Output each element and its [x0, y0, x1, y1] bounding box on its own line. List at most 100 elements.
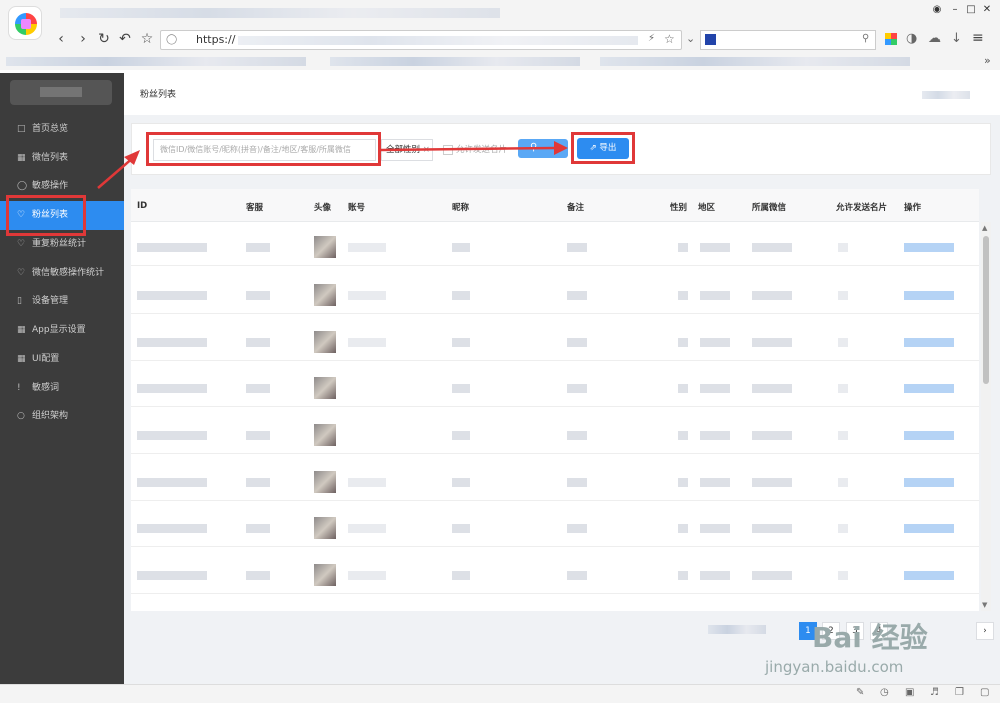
table-cell — [246, 384, 270, 393]
scroll-down-icon[interactable]: ▼ — [982, 601, 987, 609]
scroll-up-icon[interactable]: ▲ — [982, 224, 987, 232]
column-header-region[interactable]: 地区 — [698, 201, 715, 213]
sound-icon[interactable]: ♬ — [930, 687, 939, 698]
table-cell — [348, 338, 386, 347]
table-cell — [700, 243, 730, 252]
row-action-link[interactable] — [904, 431, 954, 440]
row-divider — [131, 453, 979, 454]
column-header-avatar[interactable]: 头像 — [314, 201, 331, 213]
avatar — [314, 424, 336, 446]
table-cell — [752, 571, 792, 580]
table-cell — [452, 338, 470, 347]
column-header-nickname[interactable]: 昵称 — [452, 201, 469, 213]
table-cell — [246, 291, 270, 300]
table-cell — [452, 431, 470, 440]
table-cell — [567, 338, 587, 347]
row-divider — [131, 360, 979, 361]
table-cell — [678, 338, 688, 347]
table-cell — [678, 384, 688, 393]
row-divider — [131, 500, 979, 501]
table-cell — [752, 291, 792, 300]
column-header-actions[interactable]: 操作 — [904, 201, 921, 213]
row-action-link[interactable] — [904, 243, 954, 252]
table-cell — [137, 524, 207, 533]
column-header-gender[interactable]: 性别 — [670, 201, 687, 213]
table-cell — [700, 524, 730, 533]
table-cell — [700, 431, 730, 440]
table-cell — [678, 243, 688, 252]
row-action-link[interactable] — [904, 291, 954, 300]
row-action-link[interactable] — [904, 571, 954, 580]
table-cell — [137, 291, 207, 300]
baidu-watermark: Bai 经验 — [812, 621, 928, 654]
table-cell — [137, 384, 207, 393]
row-divider — [131, 593, 979, 594]
table-cell — [838, 571, 848, 580]
table-cell — [567, 571, 587, 580]
trash-icon[interactable]: ▣ — [905, 687, 914, 698]
table-cell — [452, 384, 470, 393]
column-header-owner-wechat[interactable]: 所属微信 — [752, 201, 786, 213]
browser-statusbar — [0, 684, 1000, 703]
column-header-account[interactable]: 账号 — [348, 201, 365, 213]
table-cell — [348, 478, 386, 487]
table-cell — [678, 431, 688, 440]
row-divider — [131, 313, 979, 314]
fullscreen-icon[interactable]: ▢ — [980, 687, 989, 698]
table-cell — [700, 571, 730, 580]
table-cell — [700, 478, 730, 487]
row-action-link[interactable] — [904, 384, 954, 393]
table-cell — [700, 384, 730, 393]
table-cell — [246, 571, 270, 580]
table-cell — [137, 431, 207, 440]
avatar — [314, 331, 336, 353]
table-cell — [567, 384, 587, 393]
row-divider — [131, 406, 979, 407]
table-cell — [838, 431, 848, 440]
table-cell — [452, 478, 470, 487]
table-cell — [752, 478, 792, 487]
table-cell — [137, 243, 207, 252]
table-cell — [567, 524, 587, 533]
scrollbar-thumb[interactable] — [983, 236, 989, 384]
column-header-id[interactable]: ID — [137, 201, 147, 211]
avatar — [314, 236, 336, 258]
table-cell — [838, 478, 848, 487]
history-icon[interactable]: ◷ — [880, 687, 889, 698]
row-action-link[interactable] — [904, 478, 954, 487]
row-divider — [131, 265, 979, 266]
table-cell — [348, 291, 386, 300]
table-cell — [452, 524, 470, 533]
table-cell — [678, 478, 688, 487]
table-cell — [246, 431, 270, 440]
table-cell — [137, 478, 207, 487]
column-header-allow-card[interactable]: 允许发送名片 — [836, 201, 887, 213]
table-cell — [752, 524, 792, 533]
table-cell — [452, 291, 470, 300]
avatar — [314, 517, 336, 539]
table-cell — [838, 291, 848, 300]
avatar — [314, 564, 336, 586]
pin-icon[interactable]: ✎ — [856, 687, 864, 698]
column-header-agent[interactable]: 客服 — [246, 201, 263, 213]
row-action-link[interactable] — [904, 338, 954, 347]
table-cell — [678, 524, 688, 533]
table-cell — [452, 571, 470, 580]
page-next-button[interactable]: › — [976, 622, 994, 640]
table-cell — [246, 478, 270, 487]
row-divider — [131, 546, 979, 547]
row-action-link[interactable] — [904, 524, 954, 533]
table-cell — [838, 524, 848, 533]
table-cell — [246, 524, 270, 533]
baidu-watermark-url: jingyan.baidu.com — [765, 658, 904, 676]
column-header-remark[interactable]: 备注 — [567, 201, 584, 213]
table-cell — [838, 384, 848, 393]
table-cell — [567, 291, 587, 300]
window-icon[interactable]: ❐ — [955, 687, 964, 698]
table-cell — [752, 384, 792, 393]
table-cell — [678, 291, 688, 300]
avatar — [314, 471, 336, 493]
table-cell — [752, 338, 792, 347]
table-cell — [348, 571, 386, 580]
table-cell — [567, 478, 587, 487]
